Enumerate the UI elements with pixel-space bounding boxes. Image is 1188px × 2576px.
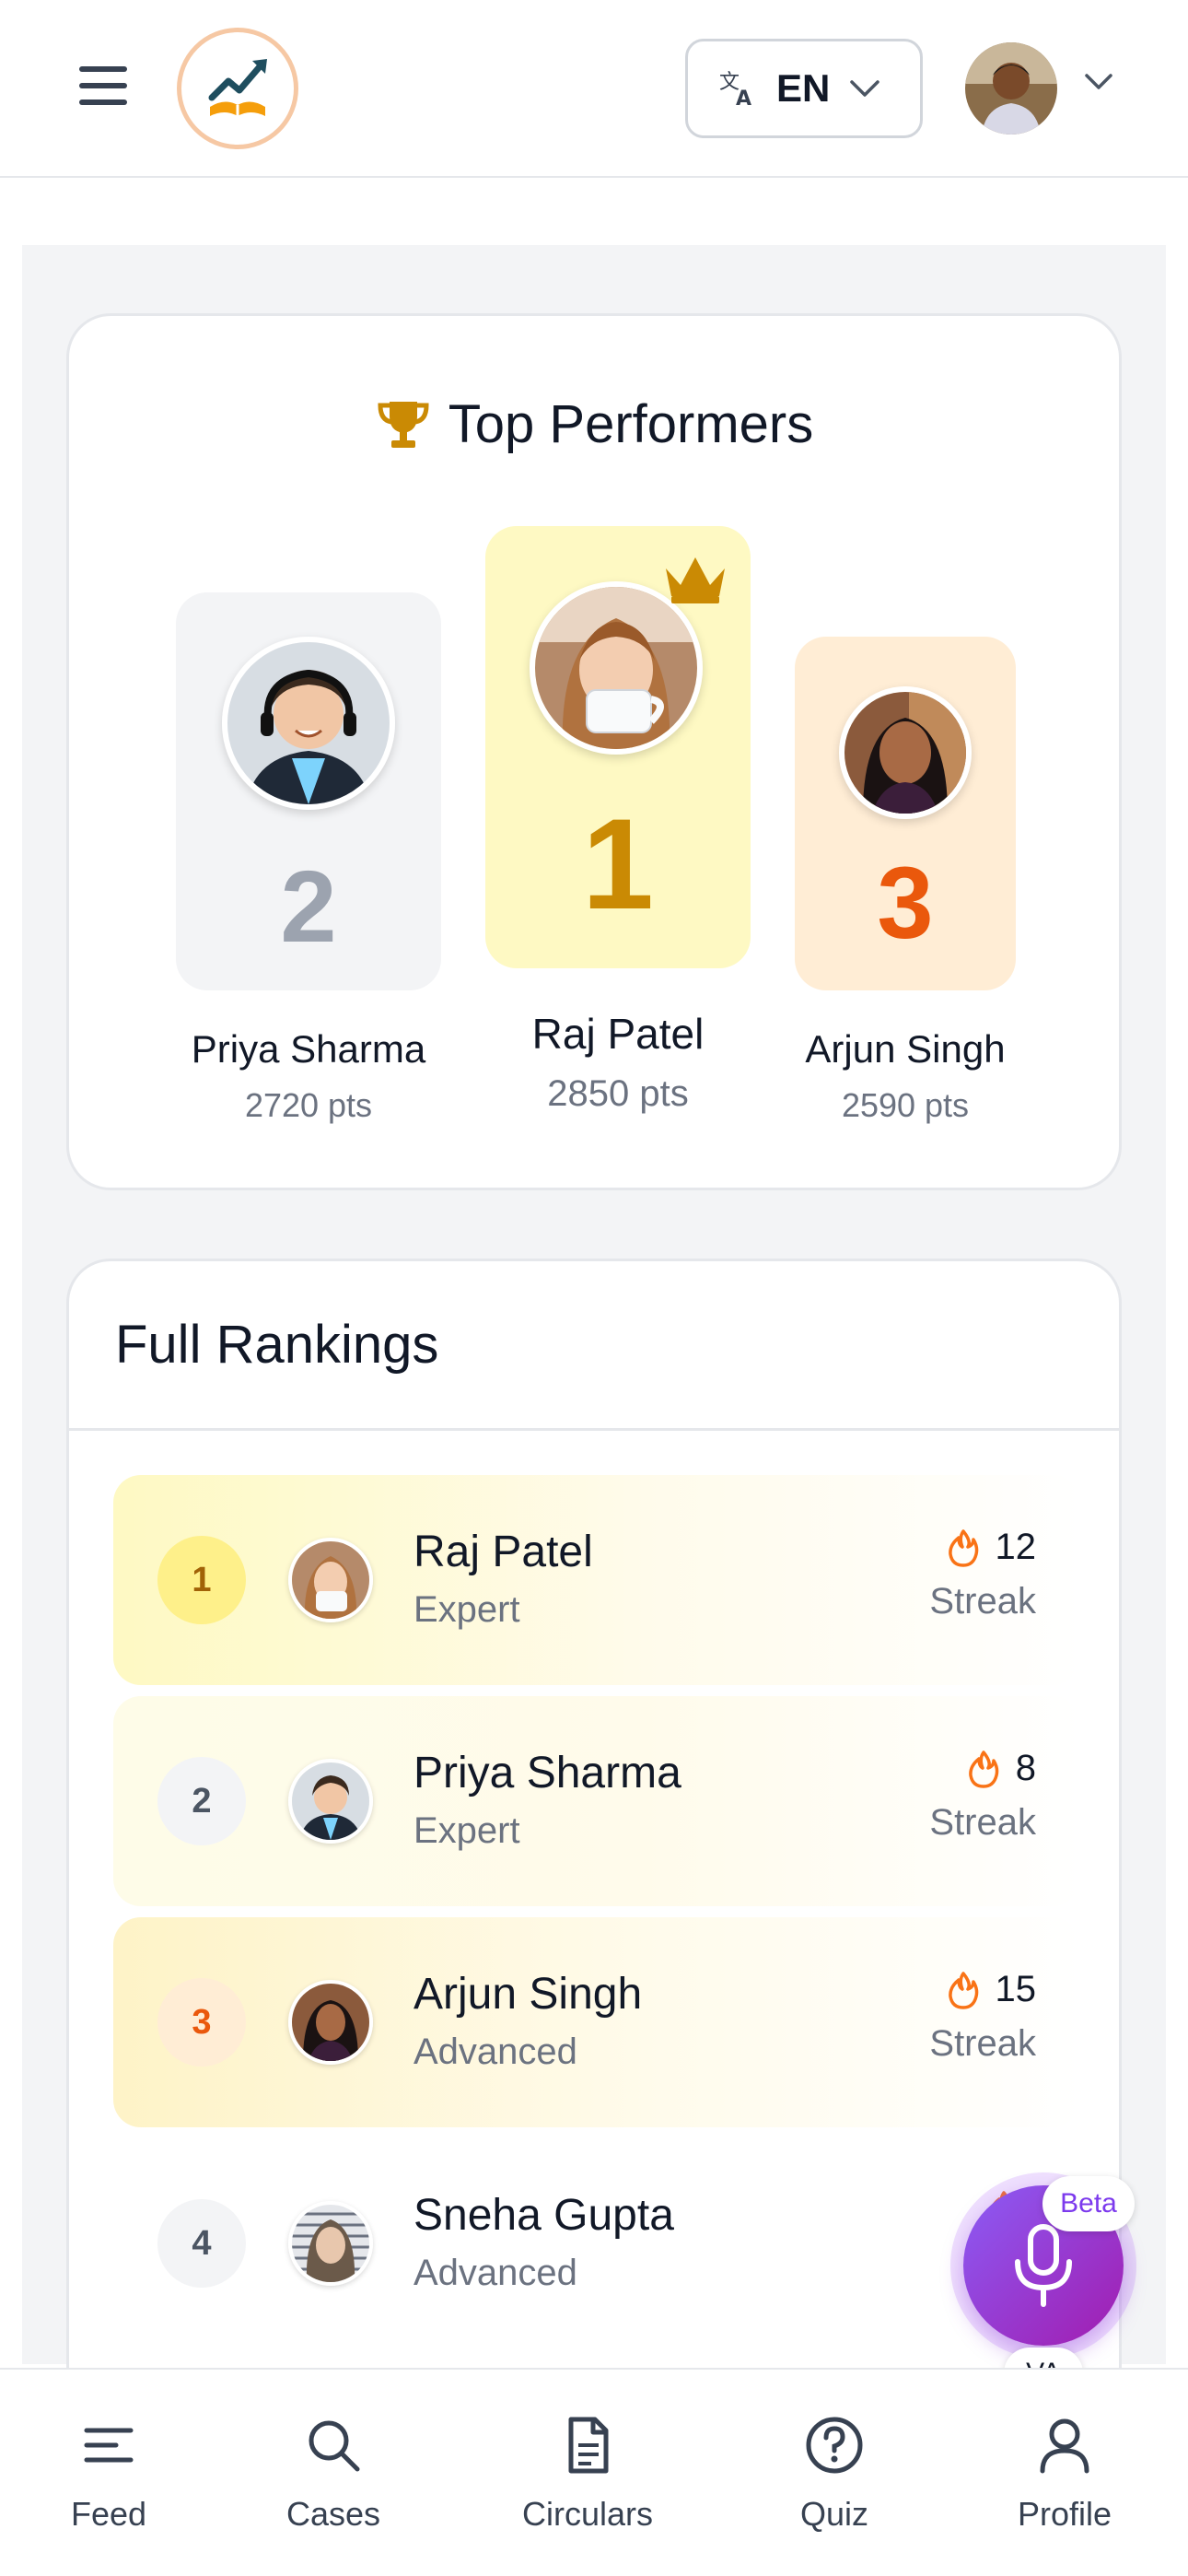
podium-avatar: [839, 686, 972, 819]
question-circle-icon: [806, 2417, 863, 2474]
streak-count: 12: [995, 1527, 1037, 1567]
podium-third[interactable]: 3: [795, 637, 1016, 990]
ranking-avatar: [288, 1538, 373, 1622]
nav-circulars[interactable]: Circulars: [495, 2416, 680, 2534]
app-header: 文 A EN: [0, 0, 1188, 178]
ranking-name: Arjun Singh: [413, 1970, 643, 2019]
ranking-row[interactable]: 2 Priya Sharma Expert 8 Streak: [113, 1696, 1080, 1906]
beta-badge: Beta: [1042, 2176, 1135, 2231]
nav-label: Feed: [70, 2495, 147, 2533]
ranking-level: Expert: [413, 1810, 520, 1851]
podium-name: Raj Patel: [531, 1010, 705, 1058]
top-performers-card: Top Performers 2 Priya Sharma 2720 pts 1…: [66, 313, 1122, 1190]
full-rankings-title: Full Rankings: [115, 1315, 439, 1375]
rank-badge: 2: [157, 1757, 246, 1845]
flame-icon: [968, 1750, 999, 1788]
podium-first[interactable]: 1: [485, 526, 751, 968]
crown-icon: [660, 552, 730, 610]
streak-label: Streak: [929, 2023, 1036, 2064]
nav-quiz[interactable]: Quiz: [742, 2416, 926, 2534]
rank-badge: 3: [157, 1978, 246, 2067]
ranking-row[interactable]: 3 Arjun Singh Advanced 15 Streak: [113, 1917, 1080, 2127]
nav-cases[interactable]: Cases: [241, 2416, 425, 2534]
streak-label: Streak: [929, 1581, 1036, 1622]
nav-label: Circulars: [521, 2495, 653, 2533]
podium-rank-number: 2: [280, 850, 337, 964]
user-menu-chevron-icon[interactable]: [1083, 72, 1114, 97]
bottom-navigation: Feed Cases Circulars Quiz Profile: [0, 2368, 1188, 2576]
chevron-down-icon: [850, 80, 880, 97]
ranking-avatar: [288, 2201, 373, 2286]
streak-label: Streak: [929, 1802, 1036, 1843]
nav-feed[interactable]: Feed: [17, 2416, 201, 2534]
streak-count: 8: [1015, 1748, 1036, 1788]
nav-label: Quiz: [799, 2495, 869, 2533]
document-icon: [568, 2417, 609, 2474]
user-icon: [1040, 2418, 1089, 2474]
ranking-name: Priya Sharma: [413, 1749, 681, 1797]
ranking-avatar: [288, 1759, 373, 1844]
streak-info: 12 Streak: [929, 1527, 1036, 1622]
growth-chart-book-logo: [208, 59, 267, 116]
ranking-level: Advanced: [413, 2032, 577, 2072]
streak-info: 8 Streak: [929, 1748, 1036, 1844]
language-code: EN: [776, 66, 831, 110]
flame-icon: [948, 1971, 978, 2009]
search-icon: [309, 2420, 360, 2472]
ranking-name: Sneha Gupta: [413, 2191, 674, 2240]
podium-rank-number: 1: [582, 791, 654, 936]
podium-name: Arjun Singh: [805, 1027, 1006, 1071]
translate-icon: 文 A: [719, 71, 751, 109]
rank-badge: 4: [157, 2199, 246, 2288]
hamburger-menu-icon[interactable]: [76, 63, 131, 109]
top-performers-title: Top Performers: [448, 394, 814, 454]
podium-second[interactable]: 2: [176, 592, 441, 990]
ranking-avatar: [288, 1980, 373, 2065]
ranking-level: Expert: [413, 1589, 520, 1630]
trophy-icon: [378, 401, 429, 448]
podium-rank-number: 3: [877, 847, 934, 960]
full-rankings-header: Full Rankings: [69, 1261, 1119, 1431]
ranking-level: Advanced: [413, 2253, 577, 2293]
feed-icon: [84, 2428, 134, 2463]
podium-points: 2590 pts: [841, 1086, 970, 1124]
ranking-row[interactable]: 1 Raj Patel Expert 12 Streak: [113, 1475, 1080, 1685]
flame-icon: [948, 1528, 978, 1567]
podium-points: 2850 pts: [547, 1073, 689, 1114]
nav-label: Profile: [1017, 2495, 1112, 2533]
user-avatar[interactable]: [965, 42, 1057, 135]
microphone-icon: [1015, 2224, 1072, 2307]
app-logo[interactable]: [177, 28, 298, 149]
podium-name: Priya Sharma: [191, 1027, 426, 1071]
nav-profile[interactable]: Profile: [973, 2416, 1157, 2534]
svg-text:A: A: [736, 88, 751, 109]
streak-count: 15: [995, 1969, 1037, 2009]
top-performers-heading: Top Performers: [69, 393, 1119, 455]
podium-points: 2720 pts: [244, 1086, 373, 1124]
ranking-row[interactable]: 4 Sneha Gupta Advanced St: [113, 2138, 1080, 2348]
language-selector[interactable]: 文 A EN: [685, 39, 923, 138]
rank-badge: 1: [157, 1536, 246, 1624]
streak-info: 15 Streak: [929, 1969, 1036, 2065]
nav-label: Cases: [285, 2495, 381, 2533]
podium-avatar: [222, 637, 395, 810]
ranking-name: Raj Patel: [413, 1528, 593, 1576]
